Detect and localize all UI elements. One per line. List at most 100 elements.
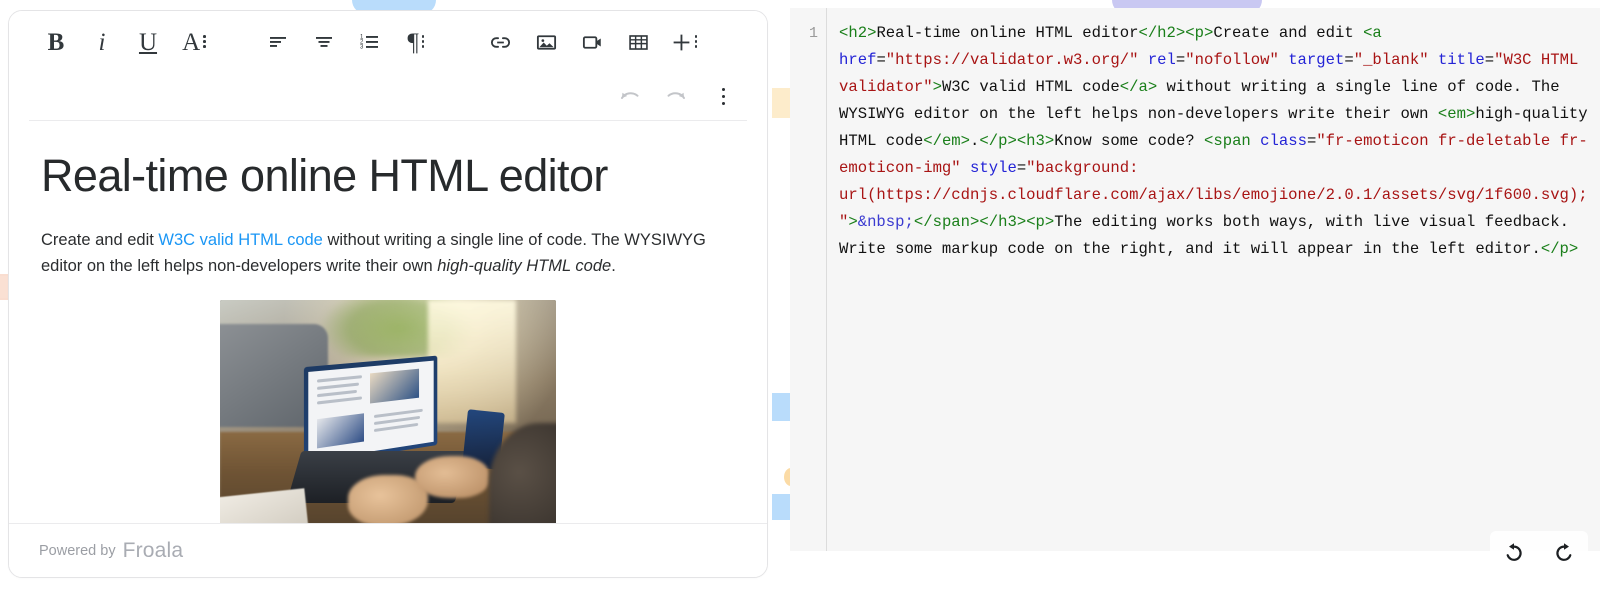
kebab-menu-icon (721, 88, 726, 105)
code-token-tag: <h3> (1016, 132, 1055, 150)
bold-button[interactable]: B (33, 20, 79, 64)
code-token-text: = (1175, 51, 1186, 69)
font-style-icon: A (182, 28, 201, 56)
froala-brand-logo: Froala (122, 538, 184, 562)
svg-text:3: 3 (360, 45, 364, 51)
font-style-button[interactable]: A (171, 20, 217, 64)
underline-icon: U (138, 28, 158, 56)
photo-laptop-image-1 (370, 368, 420, 404)
code-token-str: "nofollow" (1185, 51, 1279, 69)
page-title: Real-time online HTML editor (41, 150, 608, 201)
code-token-attr: rel (1147, 51, 1176, 69)
photo-window-light (428, 299, 516, 423)
code-token-tag: <span (1204, 132, 1251, 150)
paragraph-mark-icon: ¶ (407, 28, 419, 56)
redo-button[interactable] (653, 75, 699, 119)
photo-laptop-page (308, 360, 435, 462)
line-number: 1 (808, 25, 818, 42)
insert-table-button[interactable] (615, 20, 661, 64)
wysiwyg-editor-card: B i U A 1 2 3 ¶ Real-time online HTML ed… (8, 10, 768, 578)
w3c-validator-link[interactable]: W3C valid HTML code (158, 231, 322, 249)
redo-arrow-icon (667, 92, 685, 99)
code-token-text: Real-time online HTML editor (876, 24, 1139, 42)
insert-image-button[interactable] (523, 20, 569, 64)
toolbar-paragraph-group: 1 2 3 ¶ (255, 20, 439, 64)
align-center-icon (316, 37, 332, 47)
ordered-list-button[interactable]: 1 2 3 (347, 20, 393, 64)
insert-more-button[interactable] (661, 20, 707, 64)
paragraph-text-before: Create and edit (41, 230, 159, 249)
more-options-button[interactable] (699, 75, 745, 119)
history-redo-button[interactable] (1546, 535, 1582, 571)
code-token-tag: </h3> (979, 213, 1027, 231)
code-token-tag: </p> (1540, 240, 1579, 258)
code-token-tag: <a (1363, 24, 1382, 42)
code-token-tag: <p> (1026, 213, 1055, 231)
code-token-tag: </p> (979, 132, 1017, 150)
code-token-attr: class (1260, 132, 1307, 150)
code-token-attr: style (970, 159, 1017, 177)
insert-video-button[interactable] (569, 20, 615, 64)
align-center-button[interactable] (301, 20, 347, 64)
code-token-tag: > (848, 213, 858, 231)
insert-link-button[interactable] (477, 20, 523, 64)
code-editor-textarea[interactable]: <h2>Real-time online HTML editor</h2> <p>… (827, 8, 1600, 551)
content-image[interactable] (220, 299, 556, 529)
code-token-text: Know some code? (1054, 132, 1204, 150)
paragraph-more-dots-icon (421, 35, 425, 48)
code-token-tag: <em> (1437, 105, 1476, 123)
code-token-tag: </em> (923, 132, 971, 150)
code-token-text: = (1016, 159, 1027, 177)
code-token-tag: <h2> (839, 24, 877, 42)
undo-circle-icon (1506, 543, 1522, 561)
link-icon (490, 36, 510, 48)
editor-toolbar: B i U A 1 2 3 ¶ (9, 11, 767, 121)
italic-icon: i (98, 28, 106, 56)
align-left-icon (270, 37, 286, 47)
image-icon (536, 34, 556, 50)
code-token-text: Create and edit (1213, 24, 1364, 42)
editor-footer: Powered by Froala (9, 523, 767, 577)
code-token-tag: </span> (913, 213, 980, 231)
toolbar-text-style-group: B i U A (33, 20, 217, 64)
code-token-attr: title (1437, 51, 1485, 69)
toolbar-insert-group (477, 20, 707, 64)
editor-content-area[interactable]: Real-time online HTML editor Create and … (9, 121, 767, 529)
history-undo-button[interactable] (1496, 535, 1532, 571)
code-token-text: W3C valid HTML code (941, 78, 1120, 96)
redo-circle-icon (1556, 543, 1572, 561)
photo-laptop-image-2 (316, 413, 365, 450)
undo-button[interactable] (607, 75, 653, 119)
insert-more-dots-icon (694, 35, 698, 48)
code-token-str: "https://validator.w3.org/" (885, 51, 1139, 69)
history-toolbar (1490, 531, 1588, 575)
code-token-text: = (1306, 132, 1317, 150)
page-root: 1 <h2>Real-time online HTML editor</h2><… (0, 0, 1600, 589)
italic-button[interactable]: i (79, 20, 125, 64)
chevron-more-dots-icon (203, 35, 206, 48)
toolbar-primary-row: B i U A 1 2 3 ¶ (9, 11, 767, 73)
align-left-button[interactable] (255, 20, 301, 64)
code-token-attr: href (839, 51, 877, 69)
ordered-list-icon: 1 2 3 (360, 35, 378, 51)
video-icon (582, 35, 601, 49)
underline-button[interactable]: U (125, 20, 171, 64)
toolbar-secondary-row (9, 73, 767, 121)
intro-paragraph: Create and edit W3C valid HTML code with… (41, 227, 735, 280)
code-token-ent: &nbsp; (857, 213, 914, 231)
code-token-tag: </h2> (1138, 24, 1186, 42)
bold-icon: B (47, 28, 65, 56)
line-number-gutter: 1 (790, 8, 826, 551)
code-token-attr: target (1288, 51, 1345, 69)
html-code-panel[interactable]: 1 <h2>Real-time online HTML editor</h2><… (790, 8, 1600, 551)
code-token-text: = (1484, 51, 1495, 69)
paragraph-format-button[interactable]: ¶ (393, 20, 439, 64)
code-token-str: "_blank" (1353, 51, 1429, 69)
paragraph-emphasis: high-quality HTML code (437, 257, 612, 276)
